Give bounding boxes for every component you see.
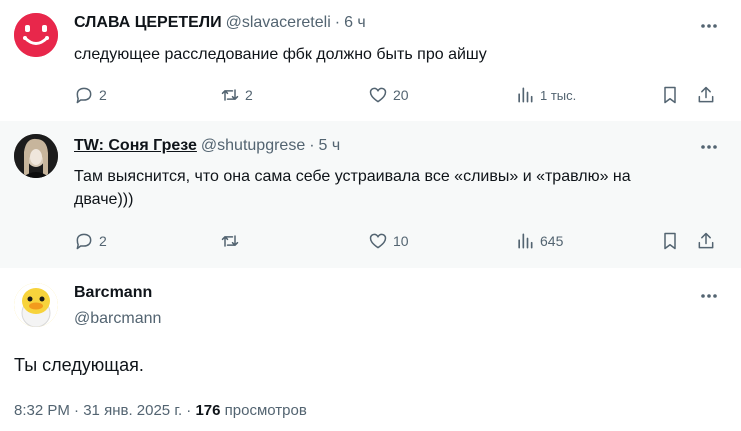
tweet[interactable]: TW: Соня Грезе @shutupgrese · 5 ч Там вы… xyxy=(0,121,741,268)
reply-button[interactable]: 2 xyxy=(74,229,107,253)
views-button[interactable]: 645 xyxy=(515,229,563,253)
reply-icon xyxy=(76,87,92,104)
views-icon xyxy=(518,87,533,103)
tweet-text-line: Там выяснится, что она сама себе устраив… xyxy=(74,168,631,185)
reply-count: 2 xyxy=(99,233,107,249)
share-icon xyxy=(698,232,714,249)
tweet-header: TW: Соня Грезе @shutupgrese · 5 ч xyxy=(74,137,340,155)
bookmark-button[interactable] xyxy=(660,229,680,253)
user-handle[interactable]: @barcmann xyxy=(74,310,161,328)
like-icon xyxy=(369,233,387,249)
avatar[interactable] xyxy=(14,13,58,57)
views-icon xyxy=(518,233,533,249)
timestamp[interactable]: 5 ч xyxy=(319,137,341,155)
display-name[interactable]: TW: Соня Грезе xyxy=(74,137,197,155)
like-count: 10 xyxy=(393,233,409,249)
retweet-icon xyxy=(221,89,239,101)
retweet-count: 2 xyxy=(245,87,253,103)
like-button[interactable]: 20 xyxy=(368,83,409,107)
tweet-meta: 8:32 PM · 31 янв. 2025 г. · 176 просмотр… xyxy=(14,402,307,419)
tweet-text-line: дваче))) xyxy=(74,191,134,208)
retweet-icon xyxy=(221,235,239,247)
share-icon xyxy=(698,86,714,103)
share-button[interactable] xyxy=(696,229,716,253)
share-button[interactable] xyxy=(696,83,716,107)
user-handle[interactable]: @slavacereteli xyxy=(226,14,331,32)
avatar[interactable] xyxy=(14,134,58,178)
views-count: 1 тыс. xyxy=(540,87,577,103)
main-tweet: Barcmann @barcmann Ты следующая. 8:32 PM… xyxy=(0,268,741,431)
user-handle[interactable]: @shutupgrese xyxy=(201,137,305,155)
reply-count: 2 xyxy=(99,87,107,103)
display-name[interactable]: Barcmann xyxy=(74,284,152,302)
separator-dot: · xyxy=(74,402,84,419)
like-icon xyxy=(369,87,387,103)
views-button[interactable]: 1 тыс. xyxy=(515,83,576,107)
tweet-text: следующее расследование фбк должно быть … xyxy=(74,46,487,63)
smiley-avatar-icon xyxy=(14,13,58,57)
duck-avatar-icon xyxy=(14,283,58,327)
tweet-actions: 2 10 645 xyxy=(74,229,724,253)
views-label: просмотров xyxy=(224,402,307,419)
separator-dot: · xyxy=(309,137,315,154)
retweet-button[interactable]: 2 xyxy=(220,83,253,107)
reply-button[interactable]: 2 xyxy=(74,83,107,107)
tweet[interactable]: СЛАВА ЦЕРЕТЕЛИ @slavacereteli · 6 ч след… xyxy=(0,0,741,121)
retweet-button[interactable] xyxy=(220,229,240,253)
separator-dot: · xyxy=(334,14,341,31)
bookmark-icon xyxy=(664,232,676,250)
display-name[interactable]: СЛАВА ЦЕРЕТЕЛИ xyxy=(74,14,222,32)
timestamp[interactable]: 6 ч xyxy=(344,14,366,32)
like-button[interactable]: 10 xyxy=(368,229,409,253)
tweet-actions: 2 2 20 1 тыс. xyxy=(74,83,724,107)
views-count: 176 xyxy=(195,402,221,419)
tweet-text: Там выяснится, что она сама себе устраив… xyxy=(74,165,714,211)
reply-icon xyxy=(76,233,92,250)
more-icon[interactable] xyxy=(699,16,719,36)
tweet-date[interactable]: 31 янв. 2025 г. xyxy=(83,402,182,419)
avatar[interactable] xyxy=(14,283,58,327)
views-count: 645 xyxy=(540,233,564,249)
tweet-time[interactable]: 8:32 PM xyxy=(14,402,70,419)
like-count: 20 xyxy=(393,87,409,103)
more-icon[interactable] xyxy=(699,286,719,306)
bookmark-icon xyxy=(664,86,676,104)
more-icon[interactable] xyxy=(699,137,719,157)
bookmark-button[interactable] xyxy=(660,83,680,107)
portrait-avatar-icon xyxy=(14,134,58,178)
tweet-header: СЛАВА ЦЕРЕТЕЛИ @slavacereteli · 6 ч xyxy=(74,14,366,32)
tweet-text: Ты следующая. xyxy=(14,355,144,375)
